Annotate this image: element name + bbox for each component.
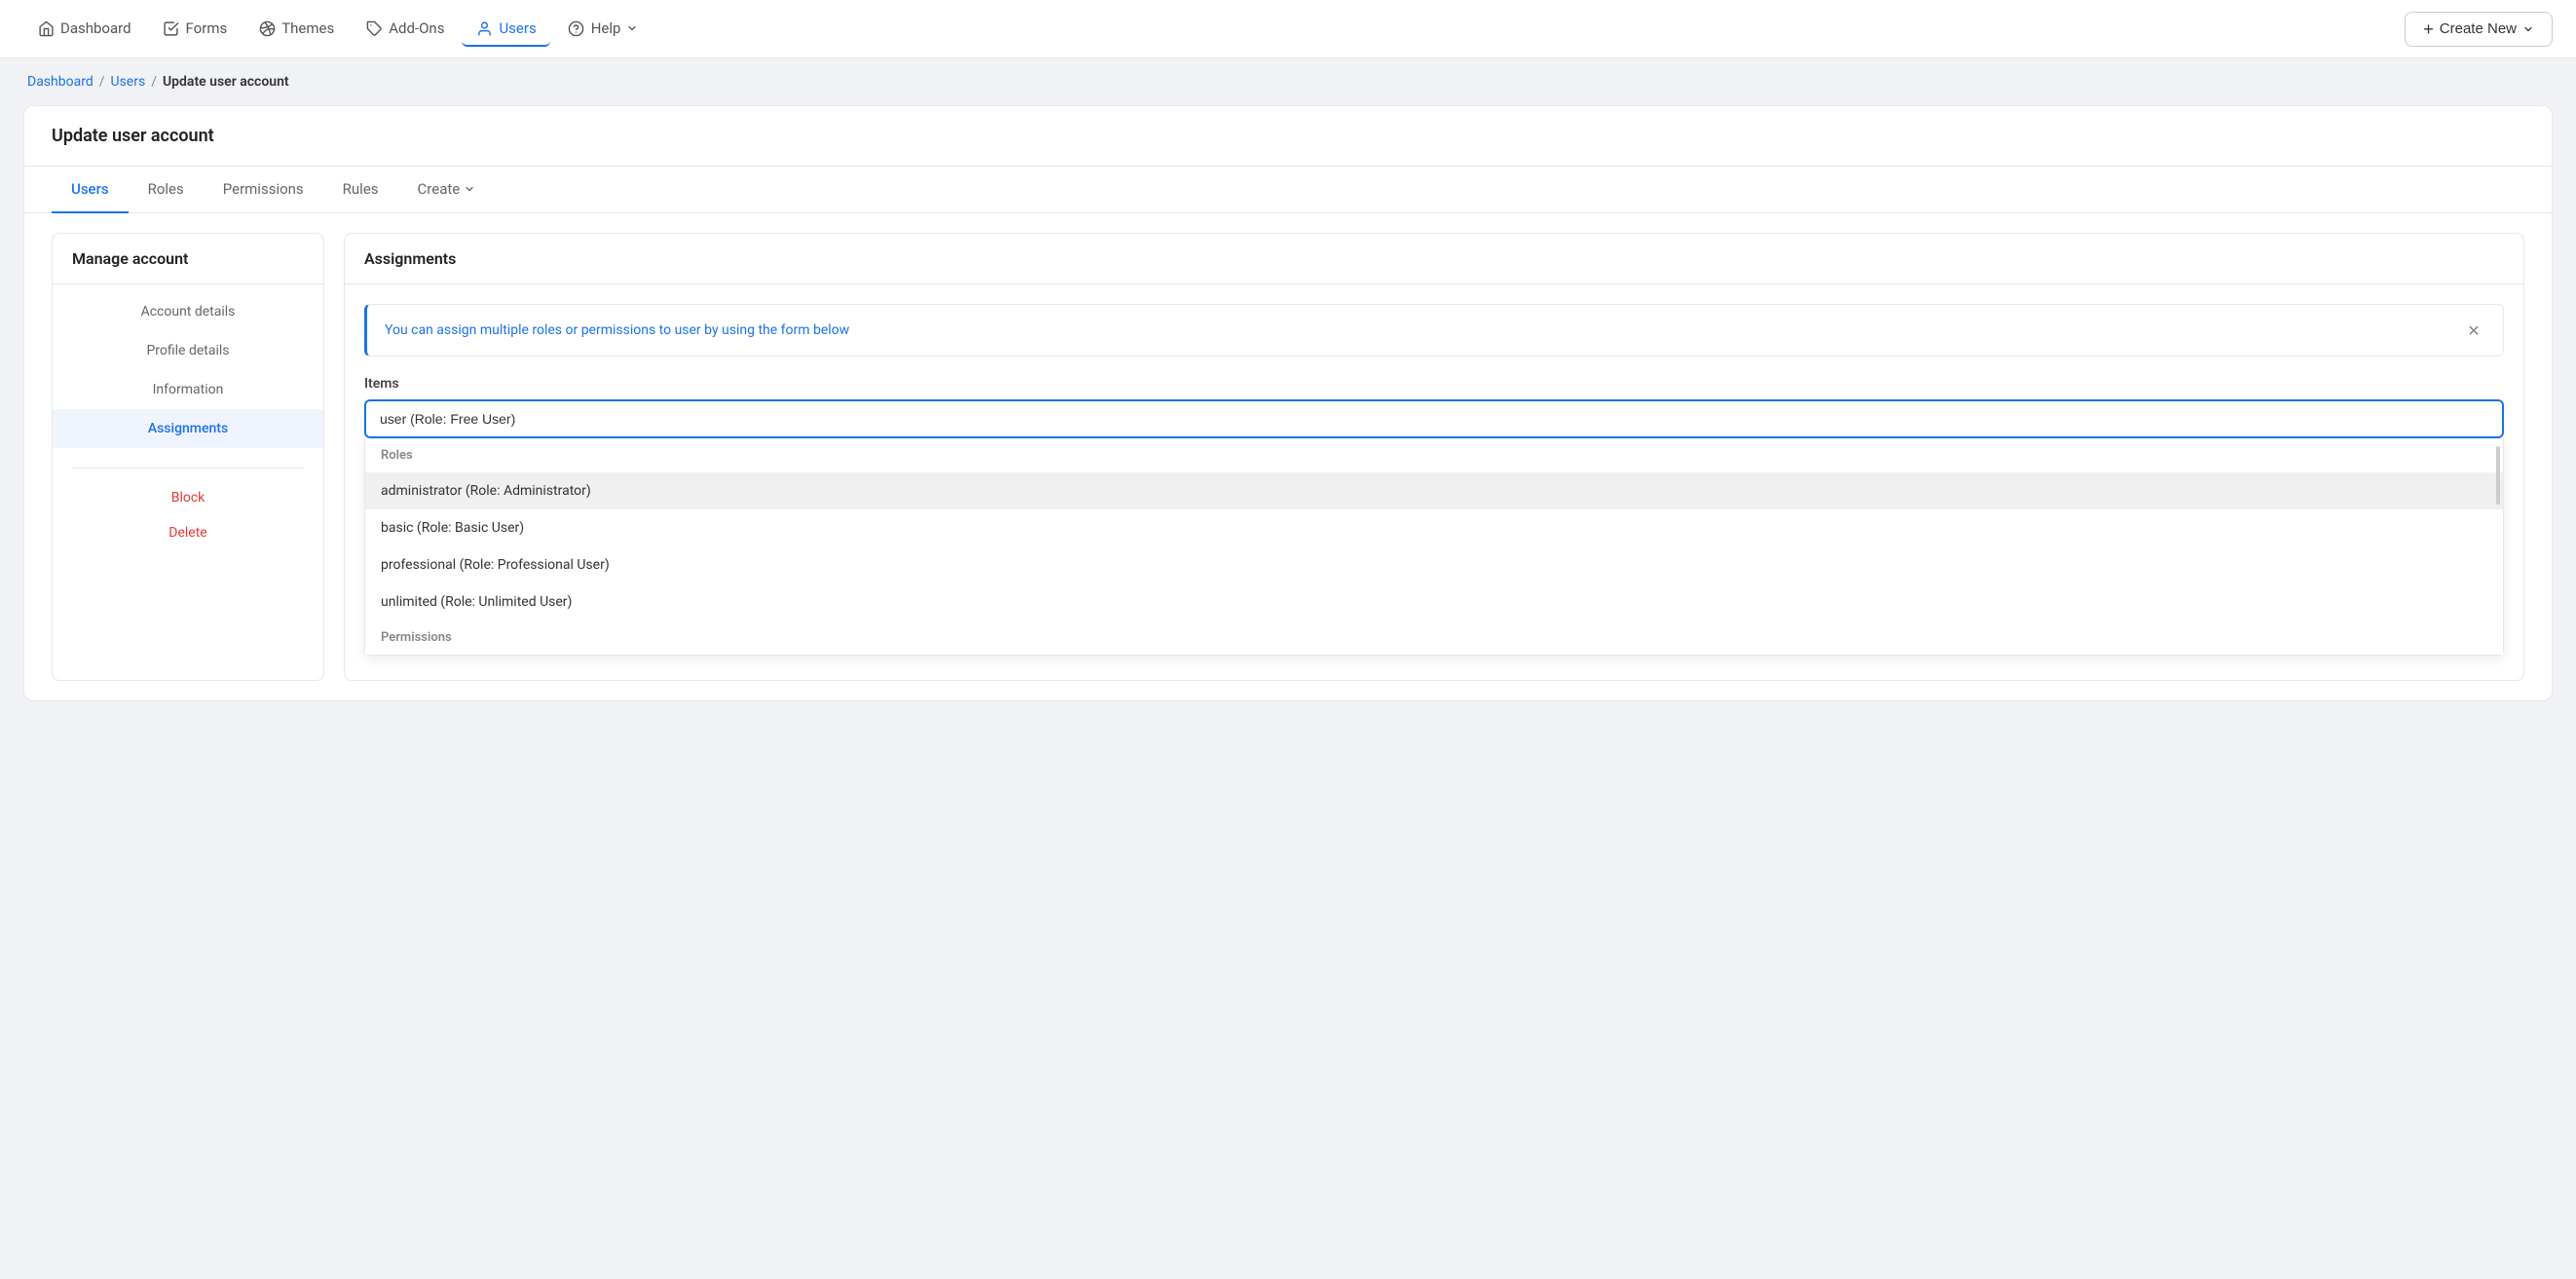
info-banner: You can assign multiple roles or permiss… [364, 304, 2504, 357]
tab-create[interactable]: Create [398, 167, 496, 213]
breadcrumb-sep-2: / [151, 74, 157, 90]
assignments-panel-title: Assignments [345, 234, 2523, 284]
sidebar-item-information[interactable]: Information [53, 370, 323, 409]
info-banner-close-button[interactable]: ✕ [2462, 319, 2485, 342]
breadcrumb-current: Update user account [163, 74, 289, 90]
nav-item-dashboard[interactable]: Dashboard [23, 12, 145, 47]
main-card-header: Update user account [24, 106, 2552, 167]
tab-create-chevron-icon [464, 183, 475, 195]
items-label: Items [364, 376, 2504, 392]
tab-roles[interactable]: Roles [129, 167, 204, 213]
dropdown-list: Roles administrator (Role: Administrator… [364, 438, 2504, 656]
puzzle-icon [365, 19, 383, 37]
create-new-button[interactable]: + Create New [2405, 12, 2553, 47]
right-panel: Assignments You can assign multiple role… [344, 233, 2524, 681]
plus-icon: + [2423, 20, 2434, 38]
nav-item-help[interactable]: Help [554, 12, 653, 47]
nav-label-forms: Forms [186, 19, 228, 37]
dropdown-item-administrator[interactable]: administrator (Role: Administrator) [365, 472, 2503, 509]
content-area: Manage account Account details Profile d… [24, 213, 2552, 700]
sidebar-item-profile-details[interactable]: Profile details [53, 331, 323, 370]
dropdown-group-roles-label: Roles [365, 438, 2503, 472]
nav-item-forms[interactable]: Forms [149, 12, 242, 47]
tab-users[interactable]: Users [52, 167, 129, 213]
help-circle-icon [568, 19, 585, 37]
tab-rules[interactable]: Rules [323, 167, 398, 213]
sidebar-nav: Account details Profile details Informat… [53, 284, 323, 456]
breadcrumb: Dashboard / Users / Update user account [0, 58, 2576, 105]
dropdown-item-professional[interactable]: professional (Role: Professional User) [365, 546, 2503, 583]
nav-items: Dashboard Forms Themes [23, 12, 2405, 46]
items-input[interactable] [364, 399, 2504, 438]
nav-label-dashboard: Dashboard [60, 19, 131, 37]
nav-label-help: Help [591, 19, 621, 37]
breadcrumb-sep-1: / [99, 74, 105, 90]
nav-item-addons[interactable]: Add-Ons [352, 12, 458, 47]
sidebar-panel: Manage account Account details Profile d… [52, 233, 324, 681]
nav-item-users[interactable]: Users [462, 12, 549, 47]
sidebar-item-delete[interactable]: Delete [53, 515, 323, 550]
breadcrumb-users[interactable]: Users [111, 74, 146, 90]
user-icon [475, 19, 493, 37]
main-card: Update user account Users Roles Permissi… [23, 105, 2553, 701]
nav-label-themes: Themes [281, 19, 334, 37]
sidebar-item-block[interactable]: Block [53, 480, 323, 515]
dropdown-group-permissions-label: Permissions [365, 621, 2503, 655]
check-square-icon [163, 19, 180, 37]
sidebar-item-account-details[interactable]: Account details [53, 292, 323, 331]
nav-label-users: Users [499, 19, 536, 37]
page-title: Update user account [52, 126, 2524, 146]
home-icon [37, 19, 55, 37]
tab-permissions[interactable]: Permissions [204, 167, 323, 213]
sidebar-panel-title: Manage account [53, 234, 323, 284]
dropdown-wrapper: Roles administrator (Role: Administrator… [364, 438, 2504, 656]
breadcrumb-dashboard[interactable]: Dashboard [27, 74, 93, 90]
dropdown-item-unlimited[interactable]: unlimited (Role: Unlimited User) [365, 583, 2503, 621]
dropdown-item-basic[interactable]: basic (Role: Basic User) [365, 509, 2503, 546]
create-new-label: Create New [2440, 20, 2517, 37]
dropdown-scrollbar[interactable] [2496, 446, 2500, 505]
sidebar-item-assignments[interactable]: Assignments [53, 409, 323, 448]
sidebar-divider [72, 468, 304, 469]
info-banner-text: You can assign multiple roles or permiss… [385, 322, 849, 338]
help-chevron-icon [626, 22, 638, 34]
top-navigation: Dashboard Forms Themes [0, 0, 2576, 58]
tabs-bar: Users Roles Permissions Rules Create [24, 167, 2552, 213]
palette-icon [258, 19, 276, 37]
assignments-body: You can assign multiple roles or permiss… [345, 284, 2523, 675]
nav-item-themes[interactable]: Themes [244, 12, 348, 47]
create-new-chevron-icon [2522, 23, 2534, 35]
nav-label-addons: Add-Ons [389, 19, 444, 37]
